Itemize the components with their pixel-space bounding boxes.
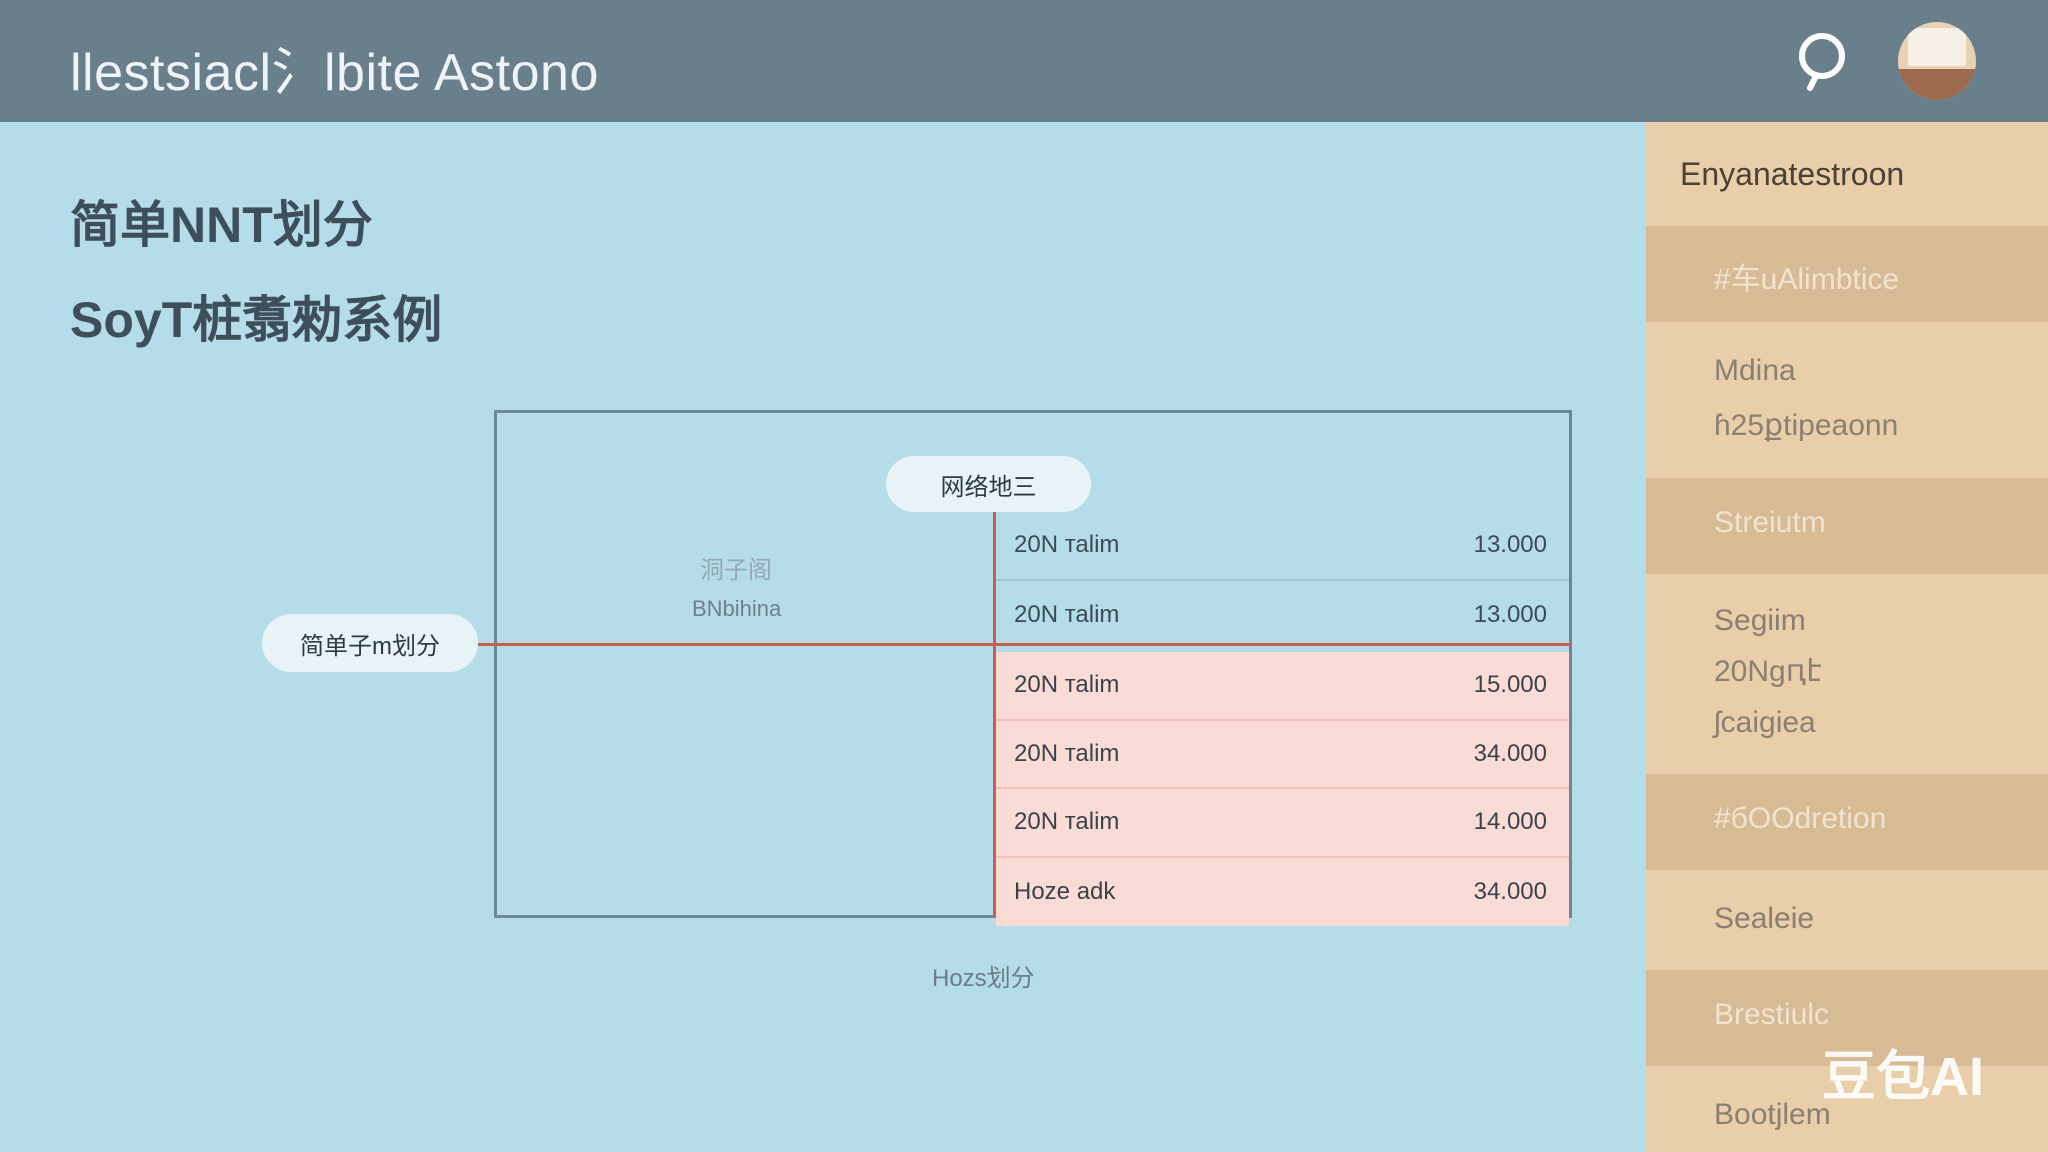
diagram-caption: Hozs划分 xyxy=(932,965,1035,992)
row-label: 20N таlim xyxy=(1014,531,1120,559)
table-row-highlighted[interactable]: 20N таlim 34.000 xyxy=(996,720,1569,789)
center-label-primary: 洞子阁 xyxy=(700,557,772,584)
app-title: llestsiacl氵lbite Astono xyxy=(70,44,599,102)
sidebar-section-label: #车uAlimbtice xyxy=(1714,263,1900,296)
sidebar-title: Enyanatestroon xyxy=(1680,156,1905,192)
row-label: 20N таlim xyxy=(1014,739,1120,767)
row-value: 15.000 xyxy=(1473,671,1547,699)
table-row[interactable]: 20N таlim 13.000 xyxy=(996,581,1569,650)
search-button[interactable] xyxy=(1790,30,1860,92)
page-title: 简单NNT划分 xyxy=(70,197,373,253)
sidebar-item[interactable]: Mdina xyxy=(1714,354,1796,388)
page-subtitle: SoyT桩翥勑系例 xyxy=(70,292,443,348)
right-sidebar: Enyanatestroon #车uAlimbtice Mdina ɦ25քti… xyxy=(1646,122,2048,1152)
row-label: 20N таlim xyxy=(1014,808,1120,836)
sidebar-section-label: #бOOdretion xyxy=(1714,802,1887,835)
sidebar-section-header[interactable]: #бOOdretion xyxy=(1646,774,2048,870)
row-label: 20N таlim xyxy=(1014,671,1120,699)
table-row-highlighted[interactable]: 20N таlim 15.000 xyxy=(996,652,1569,721)
top-node[interactable]: 网络地三 xyxy=(886,456,1091,512)
center-label-secondary: BNbihina xyxy=(692,596,782,621)
sidebar-section-header[interactable]: #车uAlimbtice xyxy=(1646,226,2048,322)
sidebar-section-label: Brestiulc xyxy=(1714,998,1830,1031)
row-value: 34.000 xyxy=(1473,877,1547,905)
row-value: 34.000 xyxy=(1473,739,1547,767)
search-icon xyxy=(1799,33,1845,91)
sidebar-item[interactable]: Bootjlem xyxy=(1714,1098,1831,1132)
app-header: llestsiacl氵lbite Astono xyxy=(0,0,2048,122)
row-value: 13.000 xyxy=(1473,600,1547,628)
sidebar-item[interactable]: ɦ25քtipeaonn xyxy=(1714,408,1898,443)
sidebar-section-label: Streiutm xyxy=(1714,506,1826,539)
row-value: 14.000 xyxy=(1473,808,1547,836)
avatar-image xyxy=(1908,28,1966,66)
avatar[interactable] xyxy=(1898,22,1976,100)
table-row[interactable]: 20N таlim 13.000 xyxy=(996,512,1569,581)
row-value: 13.000 xyxy=(1473,531,1547,559)
sidebar-item[interactable]: 20Nɡԥէ xyxy=(1714,654,1822,689)
table-row-highlighted[interactable]: Hoze adk 34.000 xyxy=(996,857,1569,926)
left-node[interactable]: 简单子m划分 xyxy=(262,614,478,672)
sidebar-item[interactable]: Sealeie xyxy=(1714,902,1814,936)
row-label: 20N таlim xyxy=(1014,600,1120,628)
sidebar-item[interactable]: ʃcaigiea xyxy=(1714,706,1816,740)
watermark-logo: 豆包AI xyxy=(1822,1047,1984,1107)
row-label: Hoze adk xyxy=(1014,877,1116,905)
sidebar-section-header[interactable]: Streiutm xyxy=(1646,478,2048,574)
table-row-highlighted[interactable]: 20N таlim 14.000 xyxy=(996,789,1569,858)
sidebar-item[interactable]: Segiim xyxy=(1714,604,1806,638)
value-table: 20N таlim 13.000 20N таlim 13.000 20N та… xyxy=(996,512,1569,926)
